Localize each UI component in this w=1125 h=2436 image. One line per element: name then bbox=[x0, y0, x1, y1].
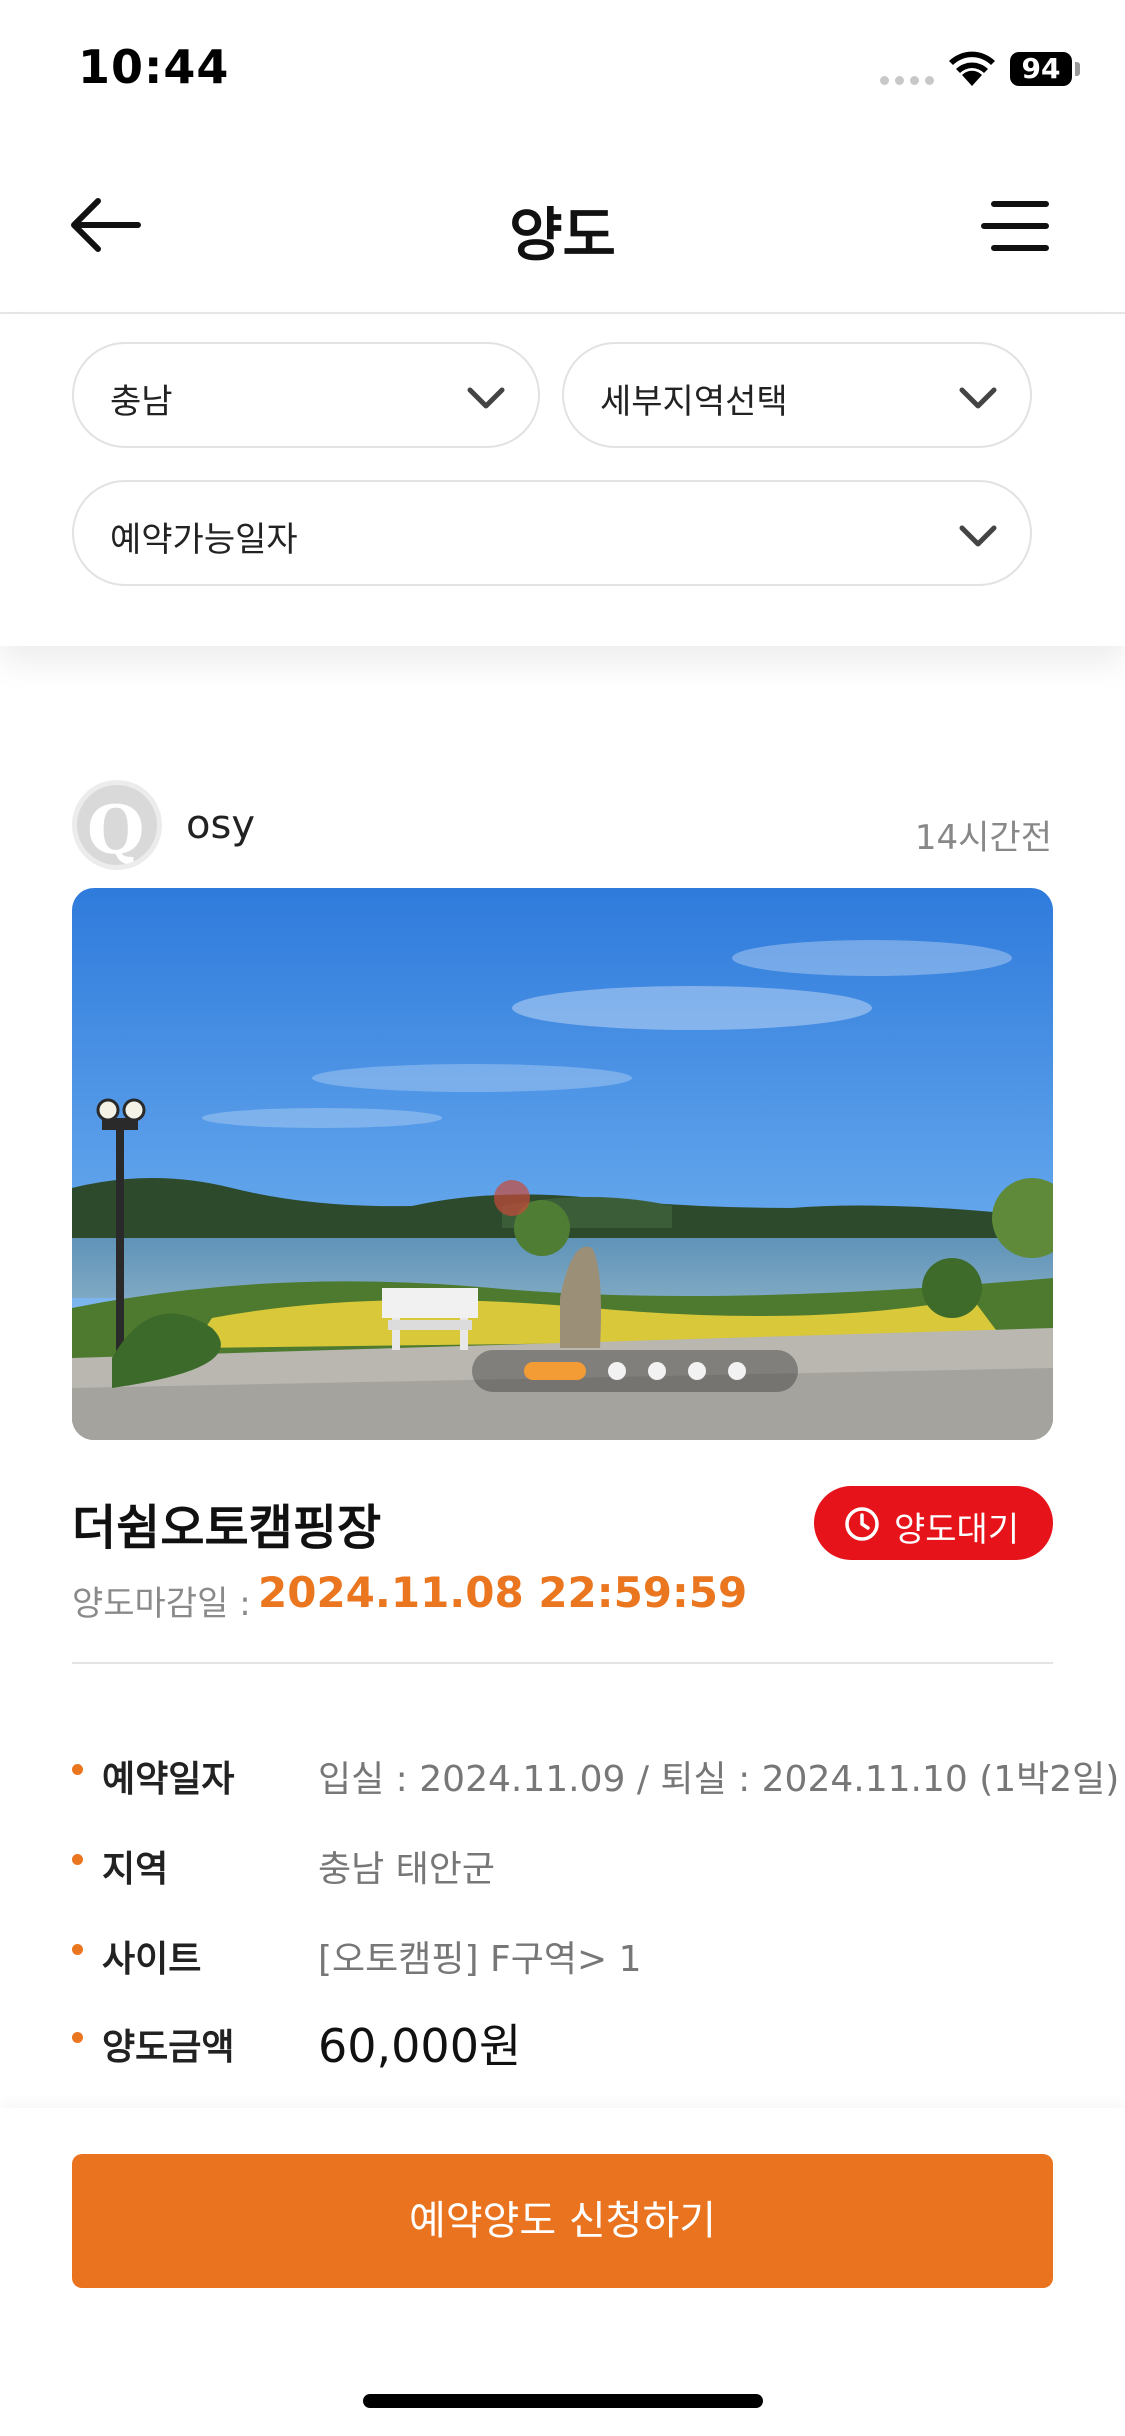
detail-key: 지역 bbox=[102, 1849, 169, 1890]
campsite-name: 더쉼오토캠핑장 bbox=[72, 1500, 382, 1556]
available-date-select-label: 예약가능일자 bbox=[110, 520, 298, 560]
bullet bbox=[72, 1944, 83, 1955]
avatar: Q bbox=[72, 780, 162, 870]
status-badge: 양도대기 bbox=[814, 1486, 1053, 1560]
bullet bbox=[72, 2032, 83, 2043]
bottom-action-bar: 예약양도 신청하기 bbox=[0, 2108, 1125, 2436]
status-bar: 10:44 94 bbox=[0, 0, 1125, 140]
page-title: 양도 bbox=[509, 201, 616, 269]
carousel-dot[interactable] bbox=[688, 1362, 706, 1380]
sub-region-select-label: 세부지역선택 bbox=[600, 382, 788, 422]
detail-key: 사이트 bbox=[102, 1939, 202, 1980]
deadline-value: 2024.11.08 22:59:59 bbox=[258, 1568, 748, 1617]
apply-transfer-button[interactable]: 예약양도 신청하기 bbox=[72, 2154, 1053, 2288]
deadline-label: 양도마감일 : bbox=[72, 1584, 251, 1624]
avatar-letter: Q bbox=[87, 791, 145, 869]
carousel-dot[interactable] bbox=[648, 1362, 666, 1380]
battery-tip bbox=[1075, 62, 1080, 76]
cellular-signal-icon bbox=[880, 76, 934, 85]
chevron-down-icon bbox=[959, 387, 997, 409]
region-select[interactable]: 충남 bbox=[72, 342, 540, 448]
detail-key: 예약일자 bbox=[102, 1759, 235, 1800]
carousel-dot-active[interactable] bbox=[524, 1362, 586, 1380]
detail-value: 입실 : 2024.11.09 / 퇴실 : 2024.11.10 (1박2일) bbox=[318, 1759, 1120, 1800]
campsite-photo-carousel[interactable] bbox=[72, 888, 1053, 1440]
post-author-row: Q osy 14시간전 bbox=[72, 780, 1052, 870]
status-time: 10:44 bbox=[78, 40, 230, 94]
chevron-down-icon bbox=[467, 387, 505, 409]
available-date-select[interactable]: 예약가능일자 bbox=[72, 480, 1032, 586]
divider bbox=[72, 1662, 1053, 1664]
filter-panel: 충남 세부지역선택 예약가능일자 bbox=[0, 316, 1125, 646]
price-value: 60,000원 bbox=[318, 2019, 522, 2073]
detail-value: 충남 태안군 bbox=[318, 1849, 496, 1890]
detail-value: [오토캠핑] F구역> 1 bbox=[318, 1939, 642, 1980]
carousel-dot[interactable] bbox=[608, 1362, 626, 1380]
detail-row-region: 지역 충남 태안군 bbox=[72, 1832, 1072, 1892]
chevron-down-icon bbox=[959, 525, 997, 547]
detail-row-price: 양도금액 60,000원 bbox=[72, 2010, 1072, 2073]
app-header: 양도 bbox=[0, 160, 1125, 314]
carousel-dot[interactable] bbox=[728, 1362, 746, 1380]
sub-region-select[interactable]: 세부지역선택 bbox=[562, 342, 1032, 448]
author-name: osy bbox=[186, 802, 255, 848]
menu-icon[interactable] bbox=[980, 196, 1052, 256]
home-indicator[interactable] bbox=[363, 2394, 763, 2408]
region-select-label: 충남 bbox=[110, 382, 173, 422]
detail-key: 양도금액 bbox=[102, 2027, 235, 2068]
clock-icon bbox=[845, 1507, 879, 1541]
detail-row-reservation-date: 예약일자 입실 : 2024.11.09 / 퇴실 : 2024.11.10 (… bbox=[72, 1742, 1119, 1802]
bullet bbox=[72, 1764, 83, 1775]
carousel-indicator bbox=[472, 1350, 798, 1392]
detail-row-site: 사이트 [오토캠핑] F구역> 1 bbox=[72, 1922, 1072, 1982]
bullet bbox=[72, 1854, 83, 1865]
wifi-icon bbox=[949, 51, 995, 86]
status-badge-label: 양도대기 bbox=[894, 1510, 1020, 1550]
battery-icon: 94 bbox=[1010, 52, 1072, 86]
post-time: 14시간전 bbox=[914, 818, 1052, 858]
